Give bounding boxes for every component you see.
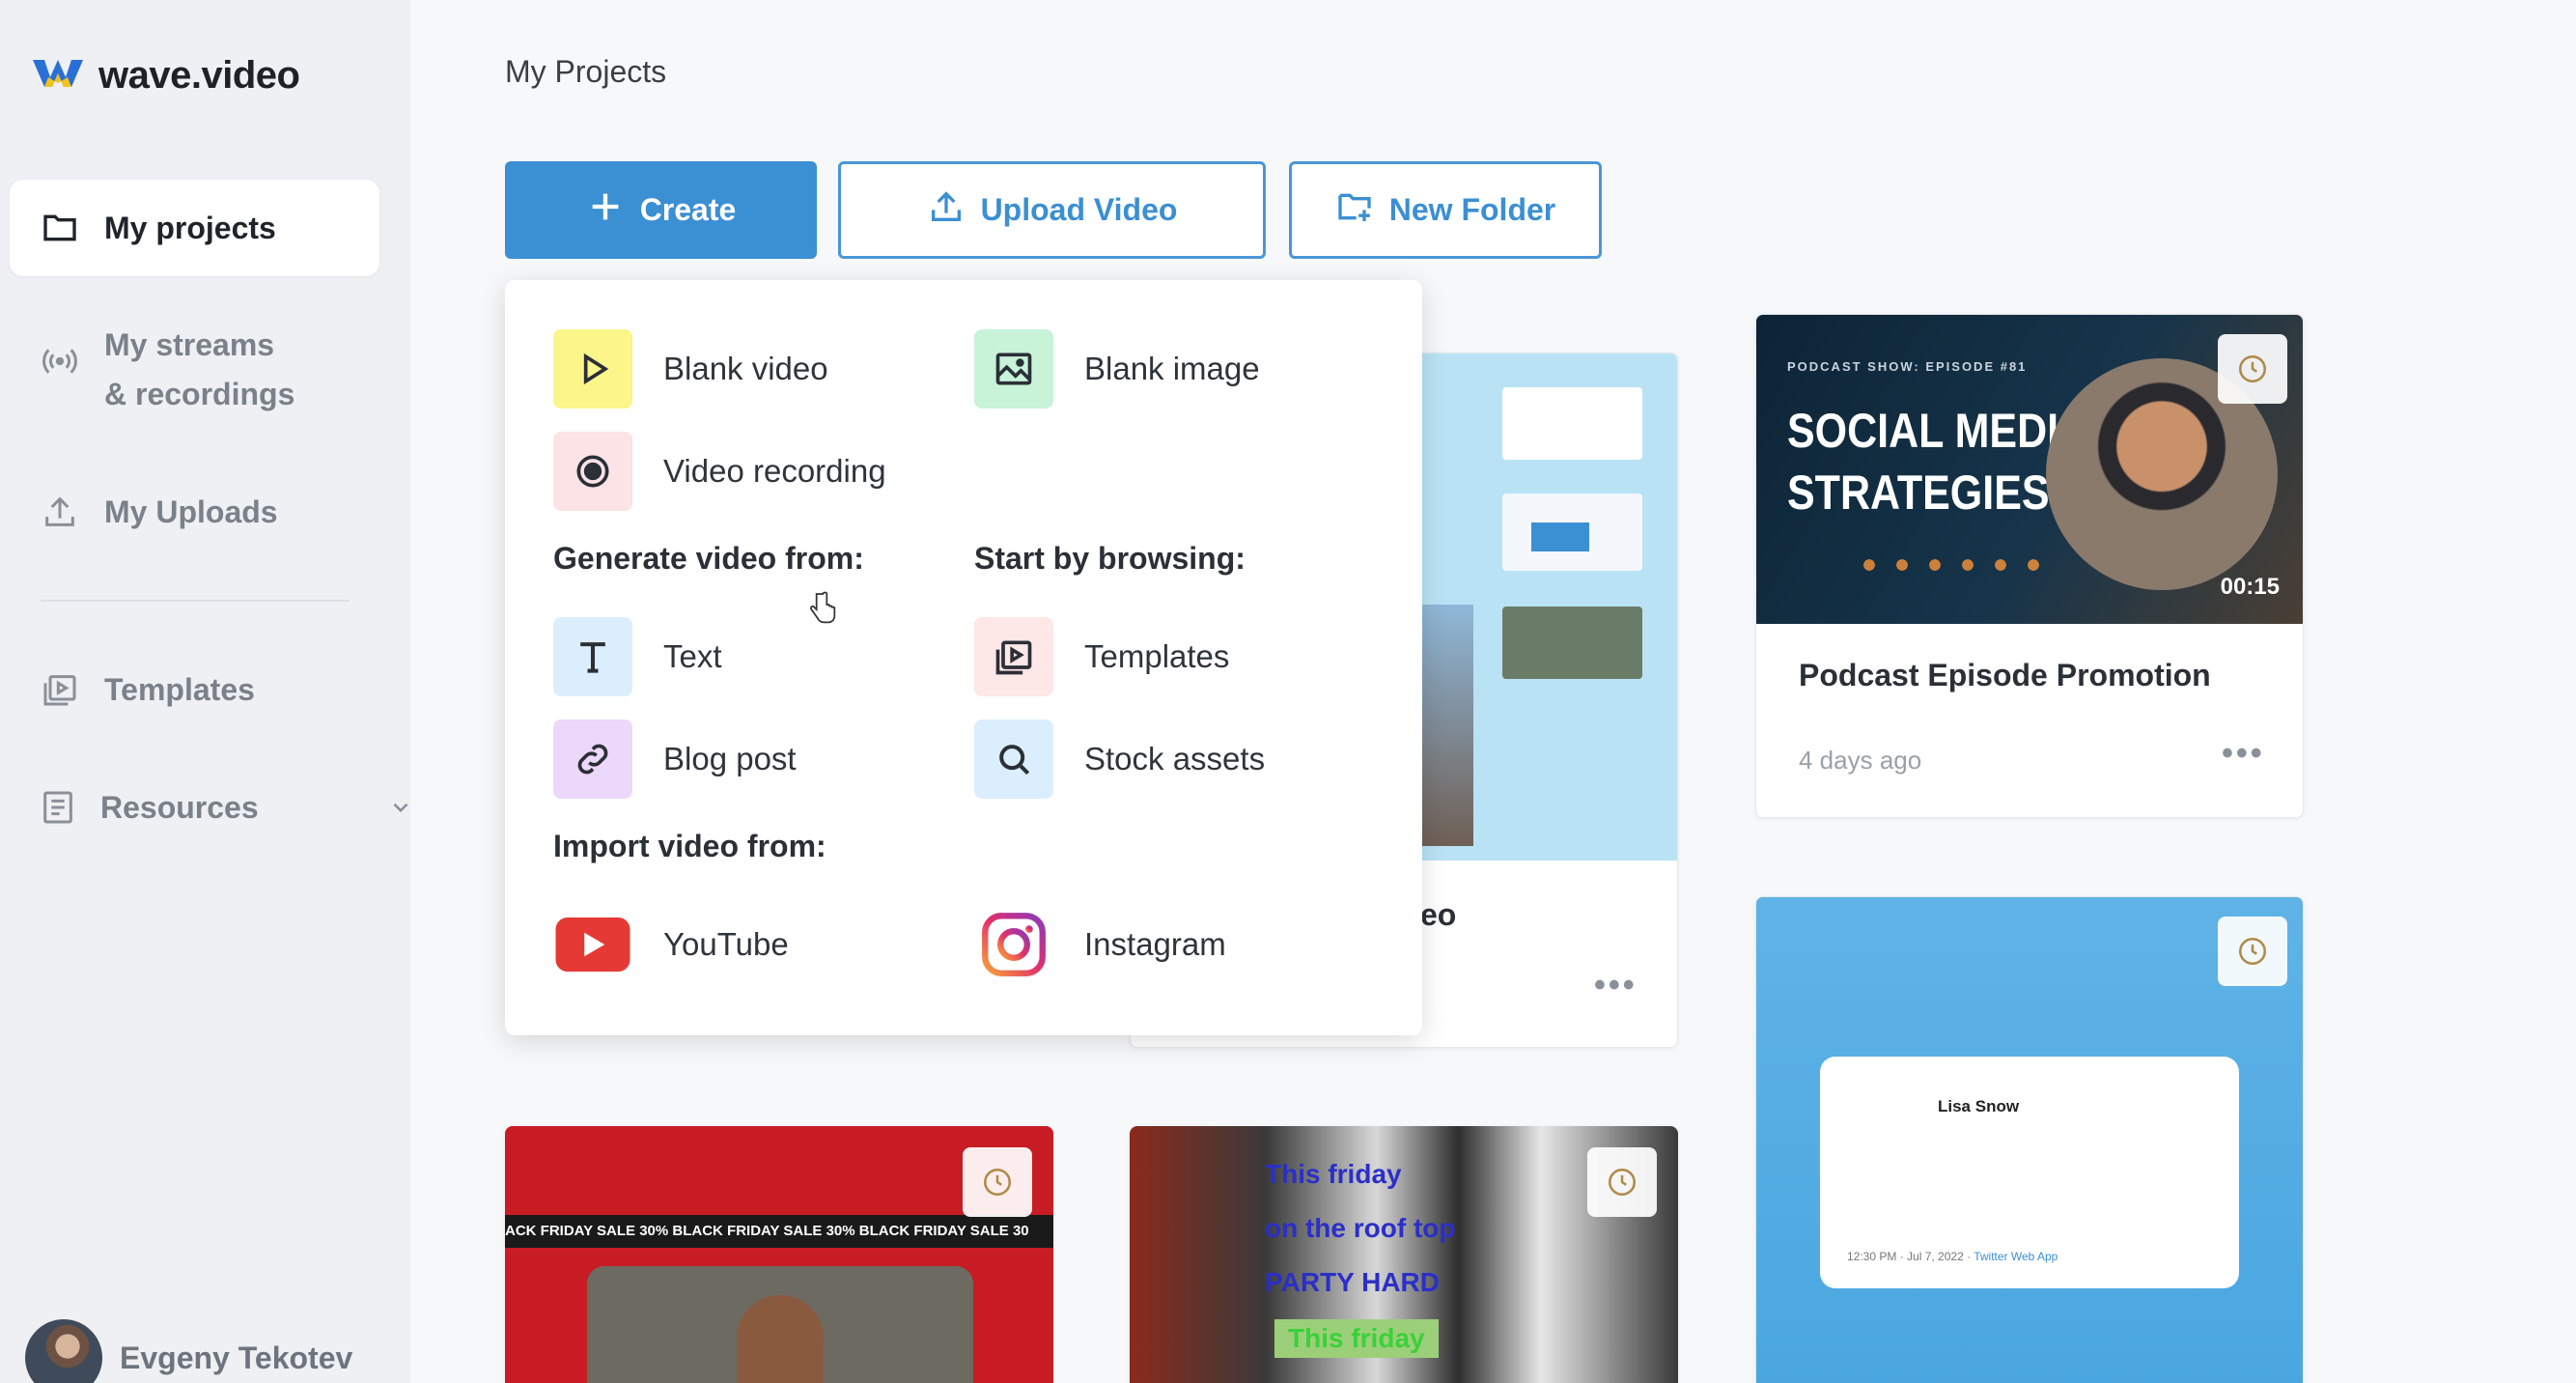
create-menu: Blank video Blank image Video recording … — [505, 280, 1422, 1035]
menu-item-text[interactable]: Text — [553, 617, 722, 696]
clock-icon[interactable] — [2218, 334, 2287, 404]
record-icon — [553, 432, 632, 511]
broadcast-icon — [39, 340, 81, 382]
card-title: Podcast Episode Promotion — [1799, 658, 2211, 692]
brand-name: wave.video — [98, 54, 300, 97]
menu-heading-generate: Generate video from: — [553, 541, 864, 576]
sidebar: wave.video My projects My streams & reco… — [0, 0, 410, 1383]
upload-video-button[interactable]: Upload Video — [838, 161, 1266, 259]
menu-item-instagram[interactable]: Instagram — [974, 905, 1226, 984]
sidebar-item-streams-label: My streams & recordings — [104, 327, 295, 411]
sidebar-item-label: My projects — [104, 210, 276, 245]
menu-item-stock-assets[interactable]: Stock assets — [974, 720, 1265, 799]
menu-item-blog-post[interactable]: Blog post — [553, 720, 797, 799]
sidebar-item-resources[interactable]: Resources — [10, 786, 408, 829]
duration-label: 00:15 — [2220, 574, 2280, 600]
card-meta: 4 days ago — [1799, 746, 1922, 775]
project-card[interactable]: This friday on the roof top PARTY HARD T… — [1130, 1126, 1678, 1383]
wave-logo-icon — [31, 56, 85, 96]
youtube-icon — [553, 905, 632, 984]
menu-item-blank-image[interactable]: Blank image — [974, 329, 1260, 409]
link-icon — [553, 720, 632, 799]
user-name: Evgeny Tekotev — [120, 1340, 353, 1375]
upload-icon — [39, 491, 81, 533]
sidebar-item-templates[interactable]: Templates — [10, 668, 379, 711]
search-icon — [974, 720, 1053, 799]
folder-icon — [39, 207, 81, 249]
text-icon — [553, 617, 632, 696]
menu-item-templates[interactable]: Templates — [974, 617, 1229, 696]
plus-icon — [586, 187, 625, 234]
sidebar-item-label: My Uploads — [104, 494, 278, 529]
project-card[interactable]: PODCAST SHOW: EPISODE #81 SOCIAL MEDIA S… — [1755, 314, 2304, 818]
clock-icon[interactable] — [2218, 917, 2287, 986]
clock-icon[interactable] — [963, 1147, 1032, 1217]
project-card[interactable]: Lisa Snow 12:30 PM · Jul 7, 2022 · Twitt… — [1755, 896, 2304, 1383]
menu-item-blank-video[interactable]: Blank video — [553, 329, 828, 409]
chevron-down-icon[interactable] — [388, 795, 413, 820]
app-window: wave.video My projects My streams & reco… — [0, 0, 2576, 1383]
create-button[interactable]: Create — [505, 161, 817, 259]
menu-heading-browse: Start by browsing: — [974, 541, 1246, 576]
user-profile[interactable]: Evgeny Tekotev — [25, 1319, 352, 1383]
more-icon[interactable]: ••• — [2222, 735, 2265, 773]
menu-item-video-recording[interactable]: Video recording — [553, 432, 886, 511]
templates-icon — [974, 617, 1053, 696]
sidebar-item-uploads[interactable]: My Uploads — [10, 491, 379, 533]
templates-icon — [39, 668, 81, 711]
brand[interactable]: wave.video — [31, 54, 300, 98]
folder-add-icon — [1335, 187, 1374, 234]
menu-item-youtube[interactable]: YouTube — [553, 905, 789, 984]
card-title: eo — [1420, 897, 1457, 932]
image-icon — [974, 329, 1053, 409]
new-folder-button[interactable]: New Folder — [1289, 161, 1602, 259]
sidebar-item-label: Templates — [104, 671, 255, 707]
page-title: My Projects — [505, 54, 667, 89]
resources-icon — [39, 786, 77, 829]
sidebar-item-label: Resources — [100, 789, 259, 825]
play-icon — [553, 329, 632, 409]
more-icon[interactable]: ••• — [1594, 967, 1638, 1004]
sidebar-divider — [41, 600, 350, 602]
sidebar-item-streams[interactable]: My streams & recordings — [10, 321, 379, 419]
upload-icon — [927, 187, 966, 234]
menu-heading-import: Import video from: — [553, 829, 826, 863]
clock-icon[interactable] — [1587, 1147, 1657, 1217]
project-card[interactable]: ACK FRIDAY SALE 30% BLACK FRIDAY SALE 30… — [505, 1126, 1053, 1383]
sidebar-item-my-projects[interactable]: My projects — [10, 180, 379, 276]
hand-cursor-icon — [806, 591, 837, 633]
avatar — [25, 1319, 102, 1383]
instagram-icon — [974, 905, 1053, 984]
